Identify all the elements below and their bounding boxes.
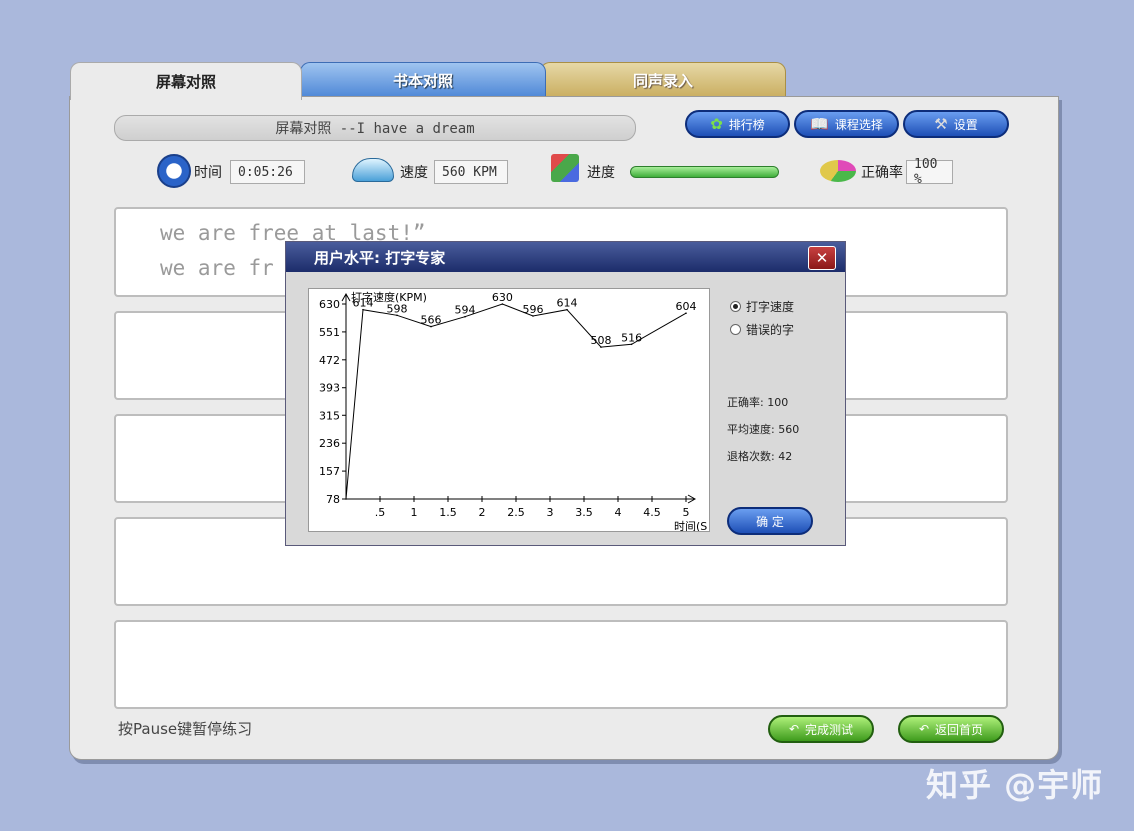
data-label: 596: [523, 303, 544, 316]
close-icon[interactable]: ✕: [808, 246, 836, 270]
progress-label: 进度: [587, 165, 615, 181]
data-label: 598: [387, 302, 408, 315]
x-tick-label: 3: [547, 506, 554, 519]
result-dialog: 用户水平: 打字专家 ✕ 78 157 236 315 393 472 551 630 .5 1 1…: [285, 241, 846, 546]
arrow-back-icon: ↶: [788, 722, 800, 736]
radio-typing-speed[interactable]: [730, 301, 741, 312]
x-tick-label: 4: [615, 506, 622, 519]
data-label: 566: [421, 314, 442, 327]
option-wrong-chars-label: 错误的字: [746, 323, 795, 337]
tab-screen-compare[interactable]: 屏幕对照: [70, 62, 302, 100]
data-label: 604: [676, 300, 697, 313]
clock-icon: [157, 154, 191, 188]
book-icon: 📖: [810, 115, 829, 133]
home-button[interactable]: ↶ 返回首页: [898, 715, 1004, 743]
y-tick-label: 157: [319, 465, 340, 478]
dialog-avg-speed: 平均速度: 560: [727, 423, 800, 436]
tab-book-compare[interactable]: 书本对照: [300, 62, 546, 98]
y-tick-label: 236: [319, 437, 340, 450]
tab-voice-input[interactable]: 同声录入: [540, 62, 786, 98]
data-label: 594: [455, 304, 476, 317]
option-wrong-chars[interactable]: 错误的字: [730, 321, 794, 338]
course-select-label: 课程选择: [834, 117, 883, 132]
settings-button[interactable]: ⚒ 设置: [903, 110, 1009, 138]
x-tick-label: 2.5: [507, 506, 525, 519]
finish-test-label: 完成测试: [805, 722, 854, 737]
y-tick-label: 472: [319, 354, 340, 367]
leaderboard-button[interactable]: ✿ 排行榜: [685, 110, 790, 138]
data-point: [345, 498, 347, 500]
source-line-2: we are fr: [160, 256, 274, 280]
speed-chart-svg: 78 157 236 315 393 472 551 630 .5 1 1.5 2 2.5 3 3.5 4 4.…: [319, 290, 707, 533]
x-tick-label: 4.5: [643, 506, 661, 519]
arrow-back-icon: ↶: [918, 722, 930, 736]
x-tick-label: 1: [411, 506, 418, 519]
speed-label: 速度: [400, 165, 428, 181]
ok-button[interactable]: 确 定: [727, 507, 813, 535]
dialog-accuracy: 正确率: 100: [727, 396, 789, 409]
y-tick-label: 315: [319, 409, 340, 422]
data-label: 614: [353, 297, 374, 310]
y-tick-label: 551: [319, 326, 340, 339]
data-label: 614: [557, 297, 578, 310]
dialog-backspaces: 退格次数: 42: [727, 450, 793, 463]
y-tick-label: 630: [319, 298, 340, 311]
leaderboard-label: 排行榜: [728, 117, 765, 132]
settings-label: 设置: [953, 117, 978, 132]
course-select-button[interactable]: 📖 课程选择: [794, 110, 899, 138]
data-label: 630: [492, 291, 513, 304]
lesson-title: 屏幕对照 --I have a dream: [114, 115, 636, 141]
home-label: 返回首页: [935, 722, 984, 737]
progress-blocks-icon: [551, 154, 579, 182]
text-panel-5[interactable]: [114, 620, 1008, 709]
watermark: 知乎 @宇师: [926, 766, 1104, 804]
speed-chart: 78 157 236 315 393 472 551 630 .5 1 1.5 2 2.5 3 3.5 4 4.…: [308, 288, 710, 533]
x-tick-label: 5: [683, 506, 690, 519]
dialog-title: 用户水平: 打字专家: [286, 242, 845, 272]
y-tick-label: 393: [319, 382, 340, 395]
progress-bar: [630, 166, 779, 178]
finish-test-button[interactable]: ↶ 完成测试: [768, 715, 874, 743]
accuracy-value: 100 %: [906, 157, 953, 187]
accuracy-pie-icon: [820, 160, 856, 182]
x-tick-label: 2: [479, 506, 486, 519]
x-tick-label: 1.5: [439, 506, 457, 519]
x-axis-label: 时间(S: [674, 520, 707, 531]
data-label: 508: [591, 334, 612, 347]
time-label: 时间: [194, 165, 222, 181]
tools-icon: ⚒: [934, 115, 948, 133]
pause-hint: 按Pause键暂停练习: [118, 720, 253, 738]
data-label: 516: [621, 331, 642, 344]
option-typing-speed[interactable]: 打字速度: [730, 298, 794, 315]
option-typing-speed-label: 打字速度: [746, 300, 795, 314]
time-value: 0:05:26: [230, 160, 305, 184]
x-tick-label: 3.5: [575, 506, 593, 519]
butterfly-icon: ✿: [710, 115, 723, 133]
speedometer-icon: [352, 158, 394, 182]
radio-wrong-chars[interactable]: [730, 324, 741, 335]
y-tick-label: 78: [326, 493, 340, 506]
accuracy-label: 正确率: [861, 165, 903, 181]
speed-value: 560 KPM: [434, 160, 508, 184]
x-tick-label: .5: [375, 506, 386, 519]
